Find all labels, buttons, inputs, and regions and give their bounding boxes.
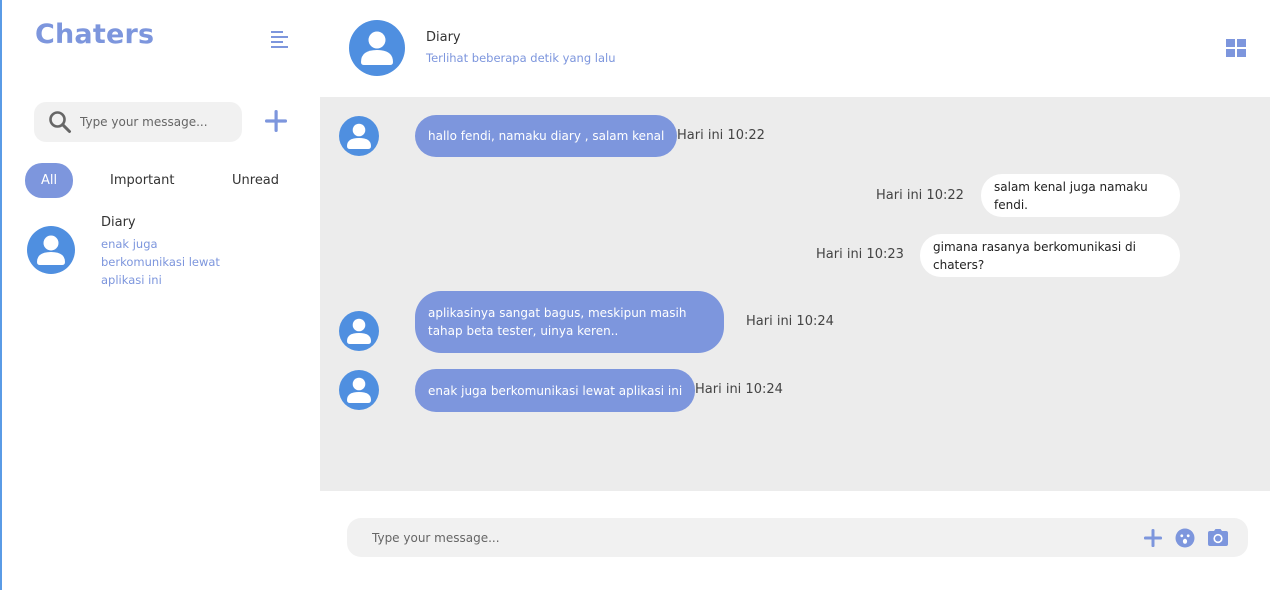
message-time: Hari ini 10:24	[746, 314, 834, 329]
sidebar: Chaters All Imp	[2, 0, 320, 590]
message-bubble-incoming: enak juga berkomunikasi lewat aplikasi i…	[415, 369, 696, 412]
menu-icon[interactable]	[270, 29, 290, 49]
message-area[interactable]: hallo fendi, namaku diary , salam kenal …	[320, 97, 1270, 491]
message-bubble-outgoing: salam kenal juga namaku fendi.	[981, 174, 1180, 217]
filter-tab-unread[interactable]: Unread	[232, 163, 279, 198]
user-avatar-icon	[338, 369, 380, 411]
add-chat-icon[interactable]	[264, 109, 288, 133]
contact-name: Diary	[426, 30, 461, 45]
emoji-icon[interactable]	[1175, 528, 1195, 548]
message-bubble-incoming: aplikasinya sangat bagus, meskipun masih…	[415, 291, 724, 353]
conversation-name: Diary	[101, 215, 136, 230]
search-input[interactable]	[80, 102, 236, 142]
message-bubble-outgoing: gimana rasanya berkomunikasi di chaters?	[920, 234, 1180, 277]
filter-tab-important[interactable]: Important	[110, 163, 174, 198]
app-brand: Chaters	[35, 19, 155, 50]
user-avatar-icon	[26, 225, 76, 275]
message-time: Hari ini 10:22	[677, 128, 765, 143]
search-box	[34, 102, 242, 142]
filter-tab-all[interactable]: All	[25, 163, 73, 198]
message-bubble-incoming: hallo fendi, namaku diary , salam kenal	[415, 115, 678, 157]
chat-header: Diary Terlihat beberapa detik yang lalu	[320, 0, 1270, 97]
message-time: Hari ini 10:24	[695, 382, 783, 397]
user-avatar-icon	[338, 310, 380, 352]
message-time: Hari ini 10:22	[876, 188, 964, 203]
search-icon	[48, 110, 72, 134]
conversation-preview: enak juga berkomunikasi lewat aplikasi i…	[101, 237, 220, 287]
plus-icon[interactable]	[1143, 528, 1163, 548]
user-avatar-icon	[338, 115, 380, 157]
message-input[interactable]	[372, 518, 1072, 557]
contact-status: Terlihat beberapa detik yang lalu	[426, 51, 616, 65]
message-time: Hari ini 10:23	[816, 247, 904, 262]
user-avatar-icon[interactable]	[348, 19, 406, 77]
message-composer	[347, 518, 1248, 557]
grid-icon[interactable]	[1226, 39, 1246, 57]
chat-app: Chaters All Imp	[0, 0, 1270, 590]
conversation-item[interactable]: Diary enak juga berkomunikasi lewat apli…	[24, 212, 304, 292]
camera-icon[interactable]	[1207, 528, 1228, 548]
